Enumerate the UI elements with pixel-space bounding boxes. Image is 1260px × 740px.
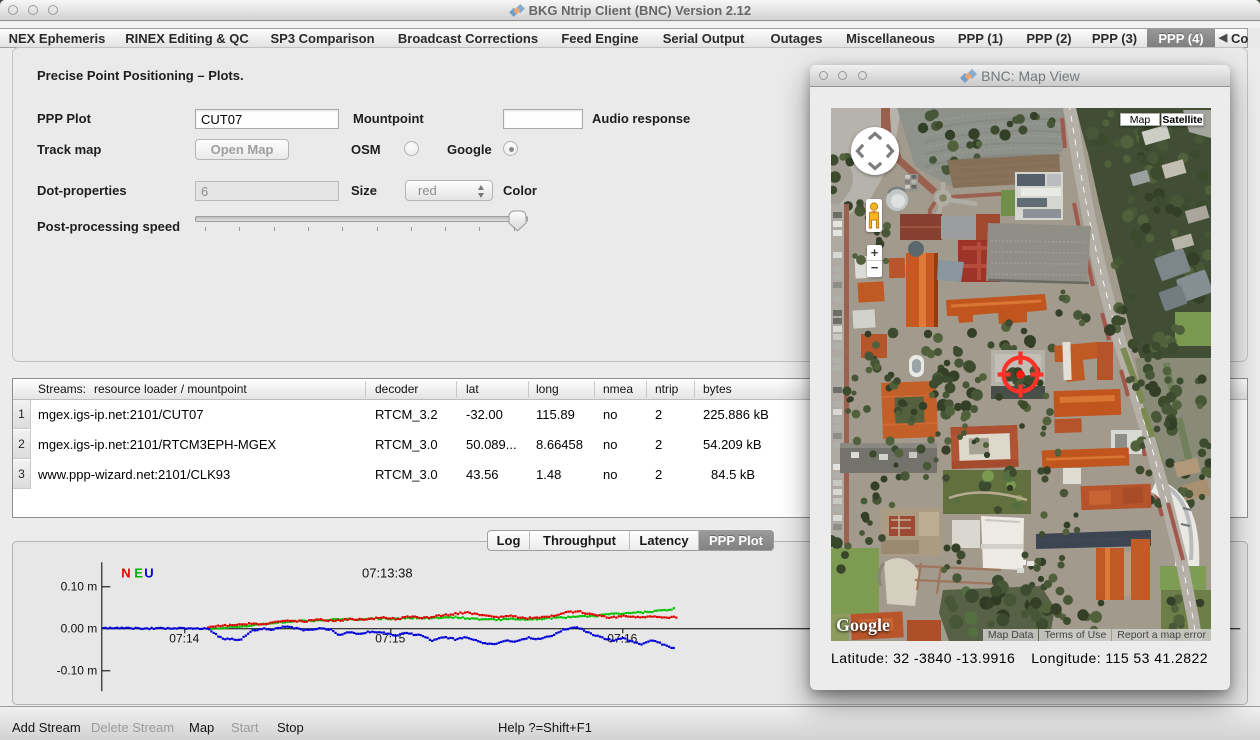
svg-text:07:13:38: 07:13:38 [362, 565, 413, 580]
svg-text:N: N [121, 565, 130, 580]
svg-text:-0.10 m: -0.10 m [57, 663, 98, 677]
svg-text:U: U [144, 565, 153, 580]
svg-text:0.00 m: 0.00 m [61, 621, 98, 635]
svg-text:07:14: 07:14 [169, 631, 199, 645]
svg-text:E: E [134, 565, 143, 580]
svg-text:0.10 m: 0.10 m [61, 579, 98, 593]
